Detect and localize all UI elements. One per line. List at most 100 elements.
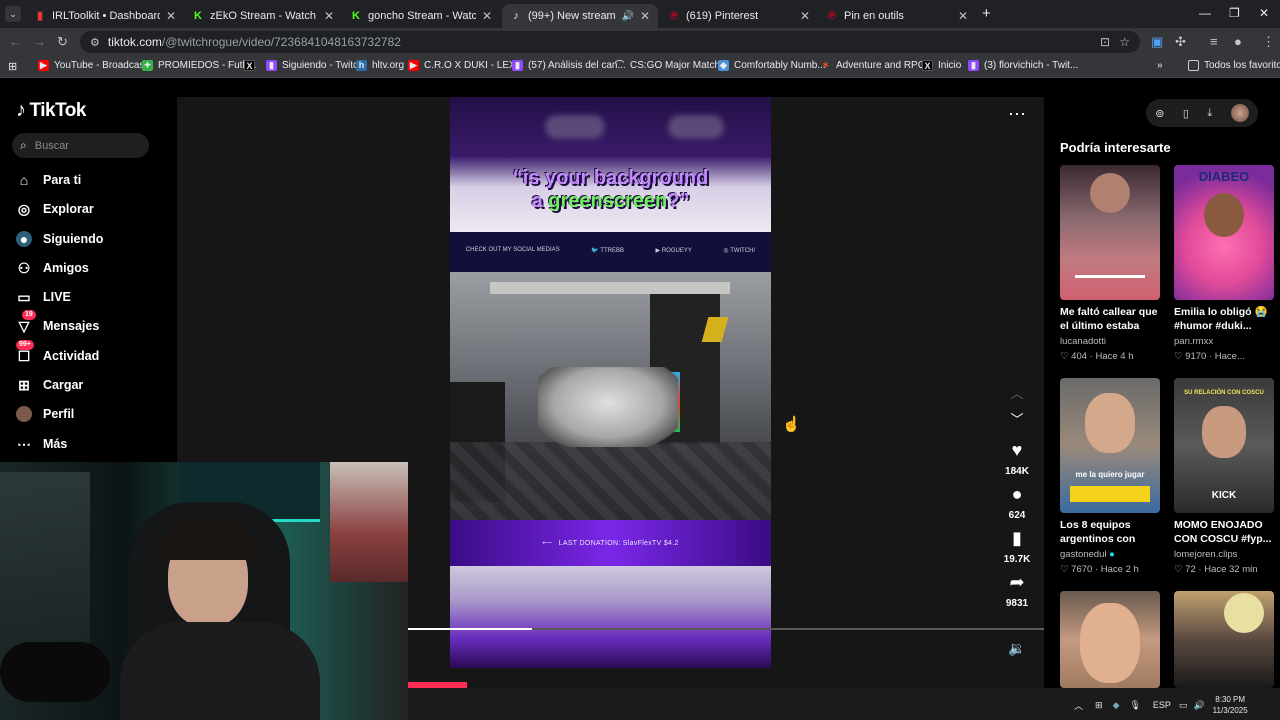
tab-pin-outils[interactable]: ℗ Pin en outils ✕ xyxy=(818,4,976,28)
like-heart-icon[interactable]: ♥ xyxy=(1004,440,1030,460)
video-progress-fill xyxy=(408,628,532,630)
thumb-kick-tag: KICK xyxy=(1211,490,1237,501)
back-icon[interactable]: ← xyxy=(9,34,22,49)
tray-chevron-icon[interactable]: ︿ xyxy=(1074,699,1083,712)
system-clock[interactable]: 8:30 PM 11/3/2025 xyxy=(1213,694,1248,716)
bookmark-label: Siguiendo - Twitch xyxy=(282,60,364,71)
comment-icon[interactable]: ● xyxy=(1004,484,1030,504)
bookmark-promiedos[interactable]: ✦ PROMIEDOS - Futb... xyxy=(142,60,256,71)
bookmark-comfortably-numb[interactable]: ◆ Comfortably Numb... xyxy=(718,60,826,71)
close-tab-icon[interactable]: ✕ xyxy=(166,9,176,23)
nav-para-ti[interactable]: ⌂ Para ti xyxy=(16,172,81,188)
tab-search-button[interactable]: ⌄ xyxy=(5,6,21,22)
tab-pinterest[interactable]: ℗ (619) Pinterest ✕ xyxy=(660,4,818,28)
video-frame[interactable]: “is your background a greenscreen?” CHEC… xyxy=(450,97,771,668)
next-video-icon[interactable]: ﹀ xyxy=(1004,410,1030,430)
previous-video-icon[interactable]: ︿ xyxy=(1004,384,1030,404)
share-icon[interactable]: ➦ xyxy=(1004,572,1030,592)
bookmark-florvichich[interactable]: ▮ (3) florvichich - Twit... xyxy=(968,60,1078,71)
recommendation-card[interactable]: Me faltó callear que el último estaba co… xyxy=(1060,165,1160,362)
install-app-icon[interactable]: ⊡ xyxy=(1100,35,1110,49)
bookmark-cro-duki[interactable]: ▶ C.R.O X DUKI - LEX... xyxy=(408,60,524,71)
nav-explorar[interactable]: ◎ Explorar xyxy=(16,201,94,217)
close-window-icon[interactable]: ✕ xyxy=(1259,6,1269,20)
recommendation-card[interactable] xyxy=(1060,591,1160,688)
recommendation-card[interactable]: me la quiero jugar Los 8 equipos argenti… xyxy=(1060,378,1160,575)
tab-irltoolkit[interactable]: ▮ IRLToolkit • Dashboard ✕ xyxy=(26,4,184,28)
twitch-icon: ▮ xyxy=(968,60,979,71)
minimize-icon[interactable]: — xyxy=(1199,6,1211,20)
tab-tiktok-active[interactable]: ♪ (99+) New stream backgrou 🔊 ✕ xyxy=(502,4,658,28)
download-icon[interactable]: ⤓ xyxy=(1207,107,1212,120)
card-author[interactable]: lucanadotti xyxy=(1060,336,1160,347)
tray-app-icon[interactable]: ⊞ xyxy=(1095,700,1103,711)
device-icon[interactable]: ▯ xyxy=(1183,107,1189,120)
card-meta: ♡ 72 · Hace 32 min xyxy=(1174,564,1258,575)
nav-actividad[interactable]: ☐ 99+ Actividad xyxy=(16,340,99,364)
reading-list-icon[interactable]: ≡ xyxy=(1210,34,1218,49)
extension-icon[interactable]: ▣ xyxy=(1151,34,1163,50)
apps-grid-icon[interactable]: ⊞ xyxy=(8,60,17,73)
tiktok-logo[interactable]: ♪ TikTok xyxy=(16,99,86,122)
speaker-tray-icon[interactable]: 🔊 xyxy=(1193,700,1204,711)
bookmark-inicio[interactable]: X Inicio xyxy=(922,60,961,71)
card-author[interactable]: lomejoren.clips xyxy=(1174,549,1274,560)
tray-app2-icon[interactable]: ◆ xyxy=(1113,700,1120,711)
user-avatar[interactable] xyxy=(1230,104,1249,122)
speaker-icon[interactable]: 🔊 xyxy=(621,11,633,22)
profile-avatar-icon[interactable]: ● xyxy=(1234,34,1242,49)
bookmark-star-icon[interactable]: ☆ xyxy=(1119,35,1130,49)
bookmark-youtube-broadcast[interactable]: ▶ YouTube - Broadcas... xyxy=(38,60,153,71)
coins-icon[interactable]: ⊚ xyxy=(1155,107,1164,120)
site-info-icon[interactable]: ⚙ xyxy=(90,36,100,49)
bookmark-csgo-major[interactable]: ⌒ CS:GO Major Match... xyxy=(614,60,728,71)
all-bookmarks[interactable]: Todos los favoritos xyxy=(1188,60,1280,71)
close-tab-icon[interactable]: ✕ xyxy=(482,9,492,23)
nav-siguiendo[interactable]: ● Siguiendo xyxy=(16,231,103,247)
tiktok-icon: ♪ xyxy=(513,10,519,22)
card-author[interactable]: pan.rmxx xyxy=(1174,336,1274,347)
browser-menu-icon[interactable]: ⋮ xyxy=(1262,34,1275,50)
nav-cargar[interactable]: ⊞ Cargar xyxy=(16,377,83,393)
tab-goncho-stream[interactable]: K goncho Stream - Watch Live on Kick ✕ xyxy=(342,4,500,28)
microphone-icon[interactable]: 🎙 xyxy=(1129,700,1140,711)
bookmark-siguiendo-twitch[interactable]: ▮ Siguiendo - Twitch xyxy=(266,60,364,71)
nav-perfil[interactable]: . Perfil xyxy=(16,406,74,422)
bookmark-label: (3) florvichich - Twit... xyxy=(984,60,1079,71)
nav-amigos[interactable]: ⚇ Amigos xyxy=(16,260,89,276)
bookmark-x[interactable]: X xyxy=(244,60,260,71)
tab-title: (99+) New stream backgrou xyxy=(528,10,617,22)
video-title-line2: a greenscreen?” xyxy=(450,190,771,213)
bookmark-analisis[interactable]: ▮ (57) Análisis del can... xyxy=(512,60,626,71)
nav-live[interactable]: ▭ LIVE xyxy=(16,289,70,305)
nav-mensajes[interactable]: ▽ 19 Mensajes xyxy=(16,310,99,334)
card-author[interactable]: gastonedul ● xyxy=(1060,549,1160,560)
card-meta: ♡ 7670 · Hace 2 h xyxy=(1060,564,1139,575)
search-input[interactable]: ⌕ Buscar xyxy=(12,133,149,158)
bookmark-icon[interactable]: ▮ xyxy=(1004,528,1030,548)
recommendation-card[interactable] xyxy=(1174,591,1274,688)
network-icon[interactable]: ▭ xyxy=(1179,700,1188,711)
activity-icon: ☐ 99+ xyxy=(16,340,34,364)
address-bar[interactable]: ⚙ tiktok.com /@twitchrogue/video/7236841… xyxy=(80,31,1140,53)
close-tab-icon[interactable]: ✕ xyxy=(324,9,334,23)
recommendation-card[interactable]: SU RELACIÓN CON COSCU KICK MOMO ENOJADO … xyxy=(1174,378,1274,575)
more-options-icon[interactable]: ⋯ xyxy=(1008,104,1027,125)
forward-icon[interactable]: → xyxy=(33,34,46,49)
close-tab-icon[interactable]: ✕ xyxy=(640,9,650,23)
recommendation-card[interactable]: DIABEO Emilia lo obligó 😭 #humor #duki..… xyxy=(1174,165,1274,362)
search-icon: ⌕ xyxy=(20,138,27,152)
new-tab-button[interactable]: + xyxy=(982,5,991,22)
extensions-puzzle-icon[interactable]: ✣ xyxy=(1175,34,1186,50)
bookmark-adventure-rpg[interactable]: ✶ Adventure and RPG... xyxy=(820,60,934,71)
close-tab-icon[interactable]: ✕ xyxy=(958,9,968,23)
close-tab-icon[interactable]: ✕ xyxy=(800,9,810,23)
nav-mas[interactable]: ⋯ Más xyxy=(16,436,67,452)
language-indicator[interactable]: ESP xyxy=(1153,700,1171,710)
bookmarks-overflow-icon[interactable]: » xyxy=(1157,60,1163,71)
reload-icon[interactable]: ↻ xyxy=(57,34,68,50)
tab-zeko-stream[interactable]: K zEkO Stream - Watch Live on Kick ✕ xyxy=(184,4,342,28)
maximize-icon[interactable]: ❐ xyxy=(1229,6,1240,20)
bookmark-hltv[interactable]: h hltv.org xyxy=(356,60,404,71)
volume-icon[interactable]: 🔉 xyxy=(1008,640,1025,657)
